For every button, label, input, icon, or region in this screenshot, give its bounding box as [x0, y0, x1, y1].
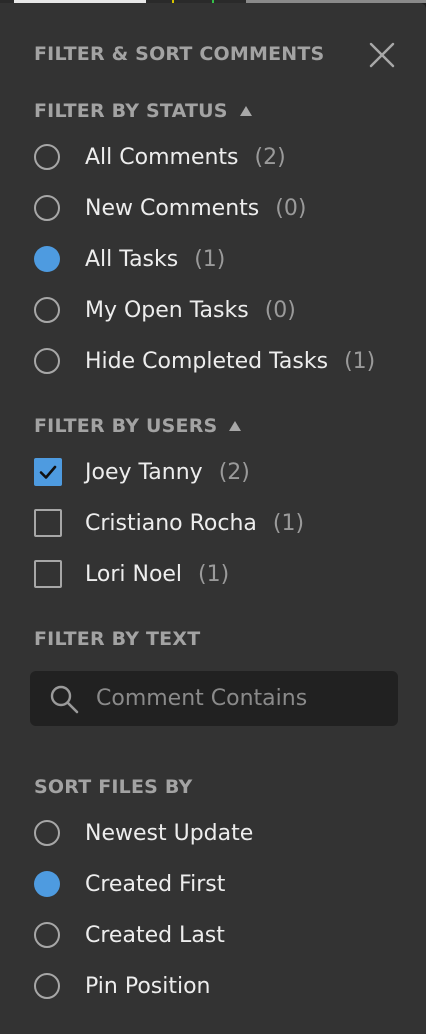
radio-button[interactable] [34, 922, 60, 948]
radio-button[interactable] [34, 973, 60, 999]
caret-up-icon [239, 106, 252, 116]
caret-up-icon [229, 421, 242, 431]
user-option-lori-noel[interactable]: Lori Noel (1) [34, 558, 229, 590]
sort-title: SORT FILES BY [34, 776, 193, 798]
option-label: Cristiano Rocha [85, 510, 257, 536]
radio-button[interactable] [34, 348, 60, 374]
search-icon [50, 685, 79, 713]
option-label: Pin Position [85, 973, 211, 999]
close-button[interactable] [368, 41, 396, 69]
sort-option-newest-update[interactable]: Newest Update [34, 817, 253, 849]
sort-option-created-first[interactable]: Created First [34, 868, 225, 900]
user-option-cristiano-rocha[interactable]: Cristiano Rocha (1) [34, 507, 304, 539]
option-label: My Open Tasks [85, 297, 249, 323]
filter-text-title: FILTER BY TEXT [34, 628, 201, 650]
comment-search-field[interactable] [30, 671, 398, 726]
option-count: (0) [264, 297, 296, 323]
panel-title: FILTER & SORT COMMENTS [34, 43, 325, 65]
sort-option-created-last[interactable]: Created Last [34, 919, 225, 951]
filter-sort-panel: FILTER & SORT COMMENTS FILTER BY STATUS … [0, 3, 426, 1034]
option-label: All Comments [85, 144, 239, 170]
status-option-new-comments[interactable]: New Comments (0) [34, 192, 306, 224]
option-label: Newest Update [85, 820, 254, 846]
option-count: (2) [254, 144, 286, 170]
close-icon [369, 42, 395, 68]
filter-users-title: FILTER BY USERS [34, 415, 218, 437]
status-option-all-comments[interactable]: All Comments (2) [34, 141, 286, 173]
option-count: (1) [198, 561, 230, 587]
status-option-all-tasks[interactable]: All Tasks (1) [34, 243, 225, 275]
checkbox-checked[interactable] [34, 458, 62, 486]
filter-users-section-toggle[interactable]: FILTER BY USERS [34, 415, 242, 437]
option-count: (0) [275, 195, 307, 221]
checkbox[interactable] [34, 560, 62, 588]
filter-status-section-toggle[interactable]: FILTER BY STATUS [34, 100, 252, 122]
option-label: New Comments [85, 195, 260, 221]
option-label: Hide Completed Tasks [85, 348, 329, 374]
option-count: (1) [194, 246, 226, 272]
radio-button-selected[interactable] [34, 871, 60, 897]
status-option-my-open-tasks[interactable]: My Open Tasks (0) [34, 294, 296, 326]
user-option-joey-tanny[interactable]: Joey Tanny (2) [34, 456, 250, 488]
checkmark-icon [39, 465, 57, 479]
option-count: (1) [272, 510, 305, 536]
radio-button[interactable] [34, 297, 60, 323]
radio-button[interactable] [34, 144, 60, 170]
option-count: (2) [218, 459, 250, 485]
comment-contains-input[interactable] [96, 686, 386, 711]
filter-status-title: FILTER BY STATUS [34, 100, 228, 122]
checkbox[interactable] [34, 509, 62, 537]
option-label: Joey Tanny [85, 459, 203, 485]
sort-option-pin-position[interactable]: Pin Position [34, 970, 211, 1002]
option-label: Created First [85, 871, 226, 897]
option-label: Lori Noel [85, 561, 183, 587]
option-label: Created Last [85, 922, 225, 948]
option-label: All Tasks [85, 246, 179, 272]
status-option-hide-completed-tasks[interactable]: Hide Completed Tasks (1) [34, 345, 375, 377]
radio-button[interactable] [34, 195, 60, 221]
option-count: (1) [344, 348, 376, 374]
radio-button-selected[interactable] [34, 246, 60, 272]
radio-button[interactable] [34, 820, 60, 846]
